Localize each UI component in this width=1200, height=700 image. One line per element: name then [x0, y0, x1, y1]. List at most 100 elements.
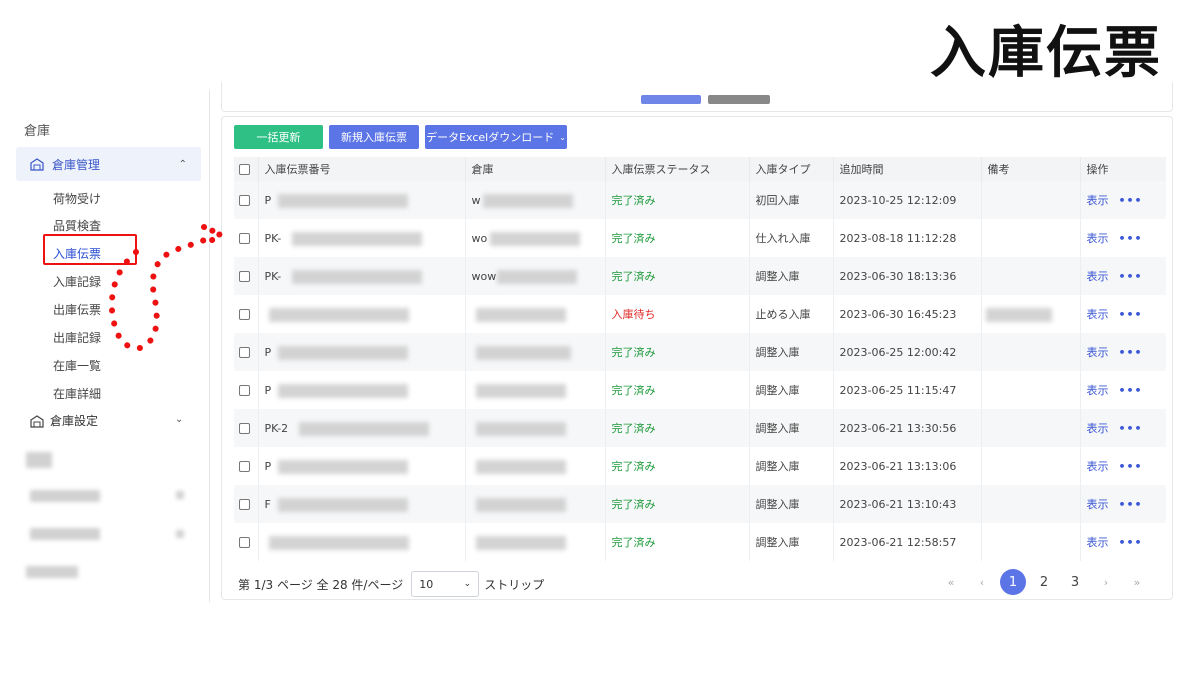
first-page-button[interactable]: « [938, 569, 964, 595]
status-text: 完了済み [611, 194, 656, 207]
more-icon[interactable]: ••• [1119, 194, 1143, 207]
reset-button[interactable] [708, 95, 770, 104]
action-cell: 表示 ••• [1080, 333, 1166, 371]
select-all-checkbox[interactable] [239, 164, 250, 175]
search-button[interactable] [641, 95, 701, 104]
last-page-button[interactable]: » [1124, 569, 1150, 595]
type-cell: 調整入庫 [749, 371, 834, 409]
column-header: 操作 [1080, 157, 1166, 181]
row-checkbox[interactable] [239, 271, 250, 282]
column-header: 入庫タイプ [749, 157, 834, 181]
sidebar-group-warehouse-settings[interactable]: 倉庫設定 [30, 412, 98, 429]
row-checkbox[interactable] [239, 233, 250, 244]
redacted-text [277, 460, 408, 474]
row-checkbox[interactable] [239, 347, 250, 358]
receipt-id-cell: PK- [258, 219, 466, 257]
receipt-id: PK-2 [264, 421, 289, 435]
chevron-down-icon: ⌄ [175, 414, 184, 425]
remark-cell [981, 295, 1081, 333]
row-checkbox[interactable] [239, 385, 250, 396]
status-text: 完了済み [611, 422, 656, 435]
chevron-down-icon: ⌄ [559, 132, 566, 142]
redacted-text [291, 232, 422, 246]
redacted-text [277, 346, 408, 360]
view-link[interactable]: 表示 [1087, 422, 1109, 435]
page-button[interactable]: 1 [1000, 569, 1026, 595]
sidebar-item-shipping-record[interactable]: 出庫記録 [53, 329, 101, 346]
warehouse-cell [465, 333, 606, 371]
action-cell: 表示 ••• [1080, 371, 1166, 409]
excel-download-button[interactable]: データExcelダウンロード ⌄ [425, 125, 567, 149]
view-link[interactable]: 表示 [1087, 308, 1109, 321]
row-checkbox[interactable] [239, 537, 250, 548]
redacted-text [268, 536, 409, 550]
page-size-select[interactable]: 10 ⌄ [411, 571, 480, 597]
receipt-id-cell [258, 523, 466, 561]
receipt-id-cell: P [258, 181, 466, 219]
view-link[interactable]: 表示 [1087, 194, 1109, 207]
sidebar-item-quality-inspection[interactable]: 品質検査 [53, 217, 101, 234]
view-link[interactable]: 表示 [1087, 346, 1109, 359]
sidebar-item-receiving[interactable]: 荷物受け [53, 190, 101, 207]
more-icon[interactable]: ••• [1119, 460, 1143, 473]
prev-page-button[interactable]: ‹ [969, 569, 995, 595]
more-icon[interactable]: ••• [1119, 308, 1143, 321]
sidebar-item-receipt-record[interactable]: 入庫記録 [53, 273, 101, 290]
more-icon[interactable]: ••• [1119, 270, 1143, 283]
time-cell: 2023-06-25 11:15:47 [833, 371, 982, 409]
remark-cell [981, 409, 1081, 447]
warehouse-cell: wow [465, 257, 606, 295]
status-cell: 完了済み [605, 257, 750, 295]
action-cell: 表示 ••• [1080, 181, 1166, 219]
new-receipt-button[interactable]: 新規入庫伝票 [329, 125, 419, 149]
row-checkbox[interactable] [239, 309, 250, 320]
excel-download-label: データExcelダウンロード [426, 131, 555, 144]
status-cell: 完了済み [605, 485, 750, 523]
type-cell: 調整入庫 [749, 485, 834, 523]
sidebar-group-warehouse-management[interactable]: 倉庫管理 ⌃ [16, 147, 201, 181]
view-link[interactable]: 表示 [1087, 536, 1109, 549]
row-checkbox[interactable] [239, 195, 250, 206]
page-button[interactable]: 2 [1031, 569, 1057, 595]
row-checkbox[interactable] [239, 499, 250, 510]
warehouse-name: w [471, 193, 481, 207]
more-icon[interactable]: ••• [1119, 422, 1143, 435]
receipt-table: 入庫伝票番号 倉庫 入庫伝票ステータス 入庫タイプ 追加時間 備考 操作 Pw 完… [234, 157, 1166, 561]
status-cell: 完了済み [605, 181, 750, 219]
more-icon[interactable]: ••• [1119, 536, 1143, 549]
row-checkbox[interactable] [239, 423, 250, 434]
remark-cell [981, 523, 1081, 561]
more-icon[interactable]: ••• [1119, 232, 1143, 245]
type-cell: 仕入れ入庫 [749, 219, 834, 257]
time-cell: 2023-06-21 13:10:43 [833, 485, 982, 523]
action-cell: 表示 ••• [1080, 219, 1166, 257]
time-cell: 2023-06-25 12:00:42 [833, 333, 982, 371]
type-cell: 調整入庫 [749, 523, 834, 561]
view-link[interactable]: 表示 [1087, 498, 1109, 511]
sidebar-item-shipping-slip[interactable]: 出庫伝票 [53, 301, 101, 318]
more-icon[interactable]: ••• [1119, 384, 1143, 397]
receipt-id: P [264, 459, 272, 473]
redacted-text [482, 194, 573, 208]
pagination: « ‹ 1 2 3 › » [933, 569, 1150, 595]
view-link[interactable]: 表示 [1087, 384, 1109, 397]
sidebar-item-inventory-detail[interactable]: 在庫詳細 [53, 385, 101, 402]
redacted-text [277, 498, 408, 512]
sidebar-item-inventory-list[interactable]: 在庫一覧 [53, 357, 101, 374]
view-link[interactable]: 表示 [1087, 270, 1109, 283]
page-button[interactable]: 3 [1062, 569, 1088, 595]
view-link[interactable]: 表示 [1087, 232, 1109, 245]
view-link[interactable]: 表示 [1087, 460, 1109, 473]
bulk-update-button[interactable]: 一括更新 [234, 125, 323, 149]
type-cell: 調整入庫 [749, 447, 834, 485]
warehouse-cell: w [465, 181, 606, 219]
remark-cell [981, 257, 1081, 295]
more-icon[interactable]: ••• [1119, 346, 1143, 359]
table-row: 入庫待ち 止める入庫 2023-06-30 16:45:23 表示 ••• [234, 295, 1166, 333]
next-page-button[interactable]: › [1093, 569, 1119, 595]
row-checkbox[interactable] [239, 461, 250, 472]
table-row: PK-wow 完了済み 調整入庫 2023-06-30 18:13:36 表示 ••• [234, 257, 1166, 295]
receipt-id: P [264, 383, 272, 397]
more-icon[interactable]: ••• [1119, 498, 1143, 511]
status-cell: 入庫待ち [605, 295, 750, 333]
